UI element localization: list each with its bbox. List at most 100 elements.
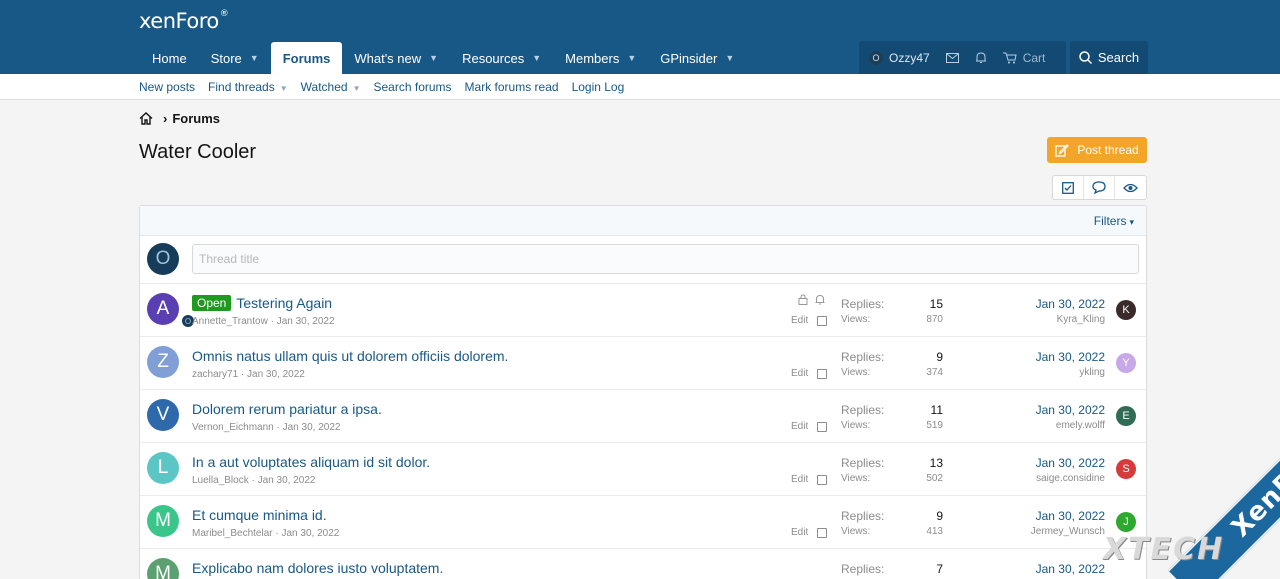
- replies-label: Replies:: [841, 350, 885, 364]
- caret-down-icon[interactable]: ▼: [725, 53, 734, 63]
- caret-down-icon: ▾: [1129, 216, 1134, 227]
- replies-label: Replies:: [841, 456, 885, 470]
- post-thread-button[interactable]: Post thread: [1047, 137, 1147, 163]
- filters-button[interactable]: Filters ▾: [1094, 214, 1134, 228]
- avatar[interactable]: V: [147, 399, 179, 431]
- caret-down-icon[interactable]: ▼: [429, 53, 438, 63]
- home-icon[interactable]: [139, 112, 153, 125]
- views-count: 519: [926, 420, 943, 431]
- views-label: Views:: [841, 420, 871, 431]
- edit-controls: Edit: [791, 315, 828, 326]
- search-button[interactable]: Search: [1070, 41, 1148, 74]
- subnav-find-threads[interactable]: Find threads ▼: [208, 80, 288, 94]
- subnav-label: New posts: [139, 79, 196, 94]
- thread-date[interactable]: Jan 30, 2022: [282, 528, 340, 539]
- subnav-label: Watched: [300, 79, 348, 94]
- views-count: 413: [926, 526, 943, 537]
- thread-author[interactable]: Luella_Block: [192, 475, 249, 486]
- replies-label: Replies:: [841, 297, 885, 311]
- mark-read-button[interactable]: [1053, 176, 1084, 199]
- avatar[interactable]: Z: [147, 346, 179, 378]
- subnav-mark-forums-read[interactable]: Mark forums read: [465, 80, 559, 94]
- search-icon: [1079, 51, 1092, 64]
- cart-link[interactable]: Cart: [995, 51, 1054, 65]
- subnav-label: Login Log: [571, 79, 625, 94]
- thread-title[interactable]: Dolorem rerum pariatur a ipsa.: [192, 401, 382, 417]
- views-label: Views:: [841, 526, 871, 537]
- thread-author[interactable]: Annette_Trantow: [192, 316, 268, 327]
- edit-controls: Edit: [791, 421, 828, 432]
- chat-button[interactable]: [1084, 176, 1115, 199]
- nav-tab-what-s-new[interactable]: What's new ▼: [342, 42, 450, 74]
- caret-down-icon[interactable]: ▼: [280, 84, 288, 93]
- nav-tab-gpinsider[interactable]: GPinsider ▼: [648, 42, 746, 74]
- thread-date[interactable]: Jan 30, 2022: [258, 475, 316, 486]
- thread-title-input[interactable]: Thread title: [192, 244, 1139, 274]
- thread-date[interactable]: Jan 30, 2022: [277, 316, 335, 327]
- replies-count: 13: [929, 456, 943, 470]
- select-checkbox[interactable]: [817, 421, 828, 432]
- avatar[interactable]: M: [147, 505, 179, 537]
- thread-title-line: Open Testering Again: [192, 295, 332, 311]
- edit-controls: Edit: [791, 474, 828, 485]
- edit-link[interactable]: Edit: [791, 474, 808, 485]
- thread-title[interactable]: Omnis natus ullam quis ut dolorem offici…: [192, 348, 508, 364]
- edit-link[interactable]: Edit: [791, 368, 808, 379]
- thread-title-line: Omnis natus ullam quis ut dolorem offici…: [192, 348, 508, 364]
- replies-count: 11: [930, 403, 943, 417]
- thread-prefix-label[interactable]: Open: [192, 295, 232, 311]
- replies-count: 9: [936, 350, 943, 364]
- watch-button[interactable]: [1115, 176, 1146, 199]
- thread-row: V Dolorem rerum pariatur a ipsa. Vernon_Ei…: [140, 390, 1146, 443]
- edit-link[interactable]: Edit: [791, 315, 808, 326]
- nav-tab-store[interactable]: Store ▼: [199, 42, 271, 74]
- nav-tab-home[interactable]: Home: [140, 42, 199, 74]
- thread-title[interactable]: Explicabo nam dolores iusto voluptatem.: [192, 560, 443, 576]
- cart-label: Cart: [1022, 50, 1046, 65]
- inbox-icon[interactable]: [938, 52, 967, 63]
- subnav-new-posts[interactable]: New posts: [139, 80, 195, 94]
- subnav-login-log[interactable]: Login Log: [572, 80, 625, 94]
- caret-down-icon[interactable]: ▼: [532, 53, 541, 63]
- edit-link[interactable]: Edit: [791, 527, 808, 538]
- thread-author[interactable]: Maribel_Bechtelar: [192, 528, 273, 539]
- nav-tab-members[interactable]: Members ▼: [553, 42, 648, 74]
- thread-row: Z Omnis natus ullam quis ut dolorem offic…: [140, 337, 1146, 390]
- bell-icon[interactable]: [967, 51, 995, 64]
- avatar: O: [147, 243, 179, 275]
- main-nav: Home Store ▼ Forums What's new ▼ Resources ▼ Mem…: [140, 42, 746, 74]
- chat-icon: [1092, 181, 1106, 194]
- subnav-search-forums[interactable]: Search forums: [374, 80, 452, 94]
- edit-controls: Edit: [791, 368, 828, 379]
- nav-tab-label: Members: [565, 50, 620, 66]
- avatar[interactable]: A: [147, 293, 179, 325]
- select-checkbox[interactable]: [817, 527, 828, 538]
- caret-down-icon[interactable]: ▼: [250, 53, 259, 63]
- breadcrumb-current[interactable]: Forums: [172, 111, 220, 126]
- avatar[interactable]: L: [147, 452, 179, 484]
- thread-author[interactable]: Vernon_Eichmann: [192, 422, 274, 433]
- nav-tab-label: Resources: [462, 50, 525, 66]
- select-checkbox[interactable]: [817, 368, 828, 379]
- caret-down-icon[interactable]: ▼: [353, 84, 361, 93]
- thread-title[interactable]: In a aut voluptates aliquam id sit dolor…: [192, 454, 430, 470]
- thread-date[interactable]: Jan 30, 2022: [247, 369, 305, 380]
- select-checkbox[interactable]: [817, 315, 828, 326]
- nav-tab-label: GPinsider: [660, 50, 718, 66]
- site-logo[interactable]: xenForo®: [139, 9, 229, 33]
- thread-author[interactable]: zachary71: [192, 369, 238, 380]
- caret-down-icon[interactable]: ▼: [627, 53, 636, 63]
- thread-date[interactable]: Jan 30, 2022: [283, 422, 341, 433]
- nav-tab-label: What's new: [354, 50, 422, 66]
- select-checkbox[interactable]: [817, 474, 828, 485]
- subnav-watched[interactable]: Watched ▼: [301, 80, 361, 94]
- thread-title[interactable]: Testering Again: [236, 295, 332, 311]
- edit-link[interactable]: Edit: [791, 421, 808, 432]
- thread-title-line: Explicabo nam dolores iusto voluptatem.: [192, 560, 443, 576]
- thread-title[interactable]: Et cumque minima id.: [192, 507, 327, 523]
- nav-tab-forums[interactable]: Forums: [270, 42, 343, 74]
- nav-tab-resources[interactable]: Resources ▼: [450, 42, 553, 74]
- avatar[interactable]: M: [147, 558, 179, 579]
- account-link[interactable]: O Ozzy47: [859, 50, 938, 65]
- thread-row: A O Open Testering Again Annette_Trantow · J…: [140, 284, 1146, 337]
